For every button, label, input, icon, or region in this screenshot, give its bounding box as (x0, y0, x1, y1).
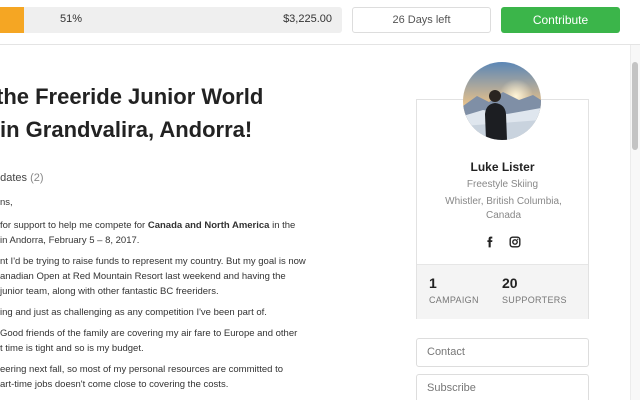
updates-count: (2) (30, 172, 44, 184)
campaign-story: ns, for support to help me compete for C… (0, 195, 340, 392)
subscribe-button[interactable]: Subscribe (416, 374, 589, 400)
story-text: for support to help me compete for (0, 220, 148, 231)
funding-progress-bar: 51% $3,225.00 (0, 7, 342, 33)
story-line: eering next fall, so most of my personal… (0, 364, 284, 375)
campaign-count: 1 (429, 275, 437, 291)
avatar (463, 62, 541, 140)
story-line: for support to help me compete for Canad… (0, 218, 340, 233)
funding-amount: $3,225.00 (283, 13, 332, 25)
funding-percent: 51% (60, 13, 83, 25)
contribute-button[interactable]: Contribute (501, 7, 620, 33)
funding-progress-fill (0, 7, 25, 33)
campaign-title-line-2: in Grandvalira, Andorra! (0, 117, 253, 142)
story-line: ing and just as challenging as any compe… (0, 307, 267, 318)
scrollbar-thumb[interactable] (632, 62, 638, 150)
updates-tab[interactable]: pdates (2) (0, 172, 44, 184)
funding-bar: 51% $3,225.00 26 Days left Contribute (0, 0, 640, 45)
campaign-label: CAMPAIGN (429, 295, 479, 305)
story-line: art-time jobs doesn't come close to cove… (0, 379, 229, 390)
supporters-label: SUPPORTERS (502, 295, 567, 305)
facebook-icon[interactable] (484, 235, 496, 248)
social-links (417, 232, 588, 250)
campaign-stat: 1 CAMPAIGN (429, 275, 479, 305)
supporters-stat: 20 SUPPORTERS (502, 275, 567, 305)
profile-stats: 1 CAMPAIGN 20 SUPPORTERS (417, 264, 588, 319)
profile-sport: Freestyle Skiing (466, 179, 539, 190)
contact-button[interactable]: Contact (416, 338, 589, 367)
story-bold-text: Canada and North America (147, 220, 270, 231)
days-left-box: 26 Days left (352, 7, 491, 33)
instagram-icon[interactable] (509, 235, 521, 248)
updates-tab-label: pdates (0, 172, 28, 184)
avatar-photo (463, 62, 541, 140)
profile-location: Whistler, British Columbia, Canada (445, 196, 562, 221)
story-line: junior team, along with other fantastic … (0, 286, 219, 297)
story-line: nt I'd be trying to raise funds to repre… (0, 256, 306, 267)
story-text: in the (269, 220, 296, 231)
campaign-title: the Freeride Junior World in Grandvalira… (0, 80, 330, 146)
story-line: ns, (0, 197, 13, 208)
story-line: t time is tight and so is my budget. (0, 343, 144, 354)
supporters-count: 20 (502, 275, 518, 291)
campaign-title-line-1: the Freeride Junior World (0, 84, 264, 109)
story-line: in Andorra, February 5 – 8, 2017. (0, 235, 140, 246)
story-line: Good friends of the family are covering … (0, 328, 298, 339)
story-line: anadian Open at Red Mountain Resort last… (0, 271, 286, 282)
profile-name[interactable]: Luke Lister (417, 160, 588, 174)
